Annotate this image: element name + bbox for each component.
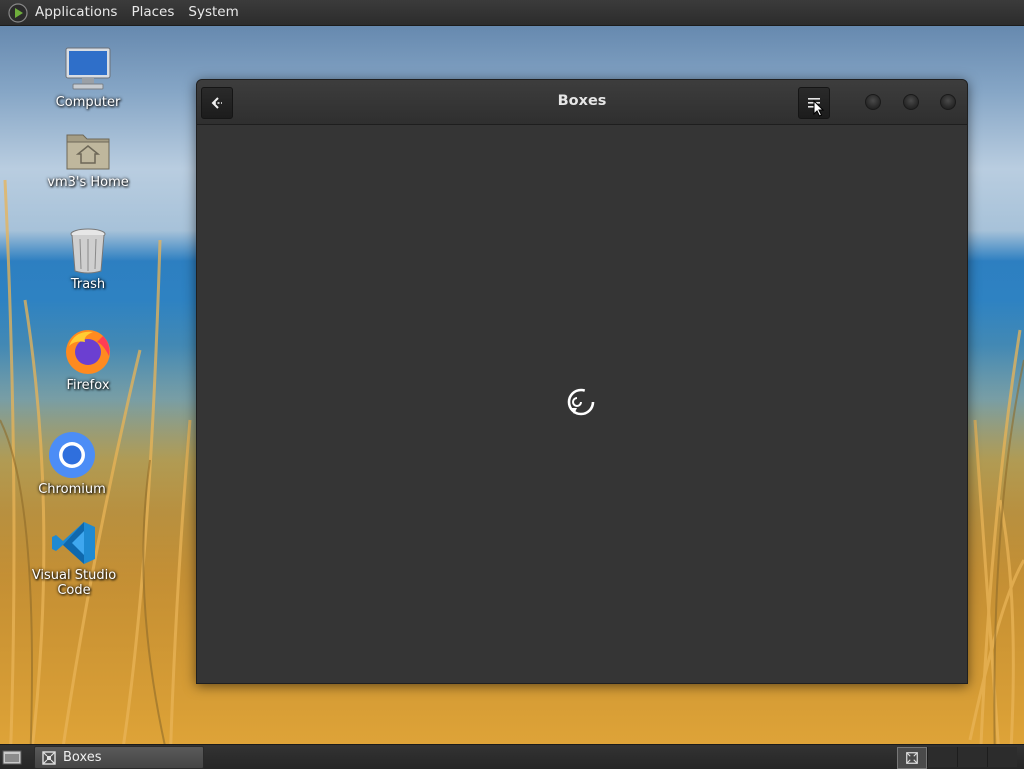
applications-menu-icon[interactable]: [8, 2, 28, 23]
chromium-icon: [49, 432, 95, 478]
maximize-button[interactable]: [903, 94, 919, 110]
vscode-icon: [52, 522, 95, 564]
desktop-icon-firefox[interactable]: Firefox: [28, 326, 148, 393]
bottom-panel: Boxes: [0, 744, 1024, 769]
taskbar-item-boxes[interactable]: Boxes: [34, 746, 204, 769]
computer-icon: [65, 47, 111, 90]
desktop-icon-trash[interactable]: Trash: [28, 225, 148, 292]
desktop-icon-vscode[interactable]: Visual Studio Code: [14, 520, 134, 598]
app-menu-button[interactable]: [798, 87, 830, 119]
desktop-icon-label: Chromium: [38, 482, 106, 497]
show-desktop-icon[interactable]: [2, 748, 22, 766]
applications-menu[interactable]: Applications: [28, 0, 124, 25]
boxes-icon: [906, 752, 918, 764]
desktop-icon-label: Visual Studio Code: [31, 568, 117, 598]
loading-spinner-icon: [567, 388, 595, 416]
home-folder-icon: [66, 134, 110, 170]
trash-icon: [70, 228, 106, 274]
boxes-window: Boxes: [196, 79, 968, 684]
boxes-icon: [42, 750, 56, 765]
workspace-3[interactable]: [957, 747, 987, 767]
desktop-icon-label: Computer: [55, 95, 121, 110]
top-panel: Applications Places System: [0, 0, 1024, 26]
desktop-icon-label: Firefox: [66, 378, 110, 393]
desktop-icon-label: vm3's Home: [47, 175, 129, 190]
close-button[interactable]: [940, 94, 956, 110]
desktop-icon-computer[interactable]: Computer: [28, 45, 148, 110]
desktop-icon-chromium[interactable]: Chromium: [12, 430, 132, 497]
places-menu[interactable]: Places: [124, 0, 181, 25]
firefox-icon: [66, 330, 110, 374]
workspace-1[interactable]: [897, 747, 927, 769]
system-menu[interactable]: System: [181, 0, 245, 25]
desktop-icon-label: Trash: [70, 277, 106, 292]
workspace-2[interactable]: [927, 747, 957, 767]
desktop-icon-home[interactable]: vm3's Home: [28, 127, 148, 190]
window-titlebar[interactable]: Boxes: [197, 80, 967, 125]
taskbar-item-label: Boxes: [63, 750, 102, 765]
workspace-4[interactable]: [987, 747, 1017, 767]
window-title: Boxes: [557, 93, 607, 109]
mouse-cursor-icon: [813, 100, 825, 117]
minimize-button[interactable]: [865, 94, 881, 110]
